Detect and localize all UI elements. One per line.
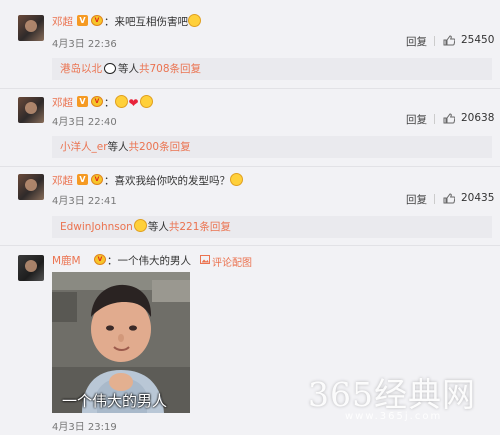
- reply-count-link[interactable]: 共200条回复: [129, 141, 191, 153]
- comment-username[interactable]: 邓超: [52, 14, 73, 29]
- verified-v-icon: V: [77, 96, 88, 107]
- vip-crown-icon: V: [91, 96, 103, 107]
- divider: [434, 114, 435, 124]
- emoji-icon: [139, 95, 153, 108]
- picture-icon: [200, 255, 210, 264]
- comment-text: ：一个伟大的男人: [107, 255, 191, 267]
- comment-image-link[interactable]: 评论配图: [212, 254, 252, 269]
- emoji-icon: [133, 219, 147, 232]
- avatar[interactable]: [18, 97, 44, 123]
- replies-summary[interactable]: 小洋人_er等人共200条回复: [52, 136, 492, 158]
- comment-time: 4月3日 22:36: [52, 39, 117, 50]
- reply-button[interactable]: 回复: [406, 112, 427, 127]
- comment-text: ：来吧互相伤害吧: [104, 14, 202, 29]
- comment-time: 4月3日 22:41: [52, 196, 117, 207]
- reply-middle-text: 等人: [107, 141, 129, 153]
- like-count: 25450: [461, 34, 495, 46]
- comment-username[interactable]: M鹿M: [52, 253, 81, 268]
- comment-text: ： ❤: [104, 95, 154, 110]
- reply-button[interactable]: 回复: [406, 34, 427, 49]
- comment-image[interactable]: 一个伟大的男人: [52, 272, 190, 413]
- reply-count-link[interactable]: 共708条回复: [139, 63, 201, 75]
- reply-middle-text: 等人: [147, 221, 169, 233]
- avatar[interactable]: [18, 255, 44, 281]
- emoji-icon: [188, 14, 201, 27]
- reply-count-link[interactable]: 共221条回复: [169, 221, 231, 233]
- like-count: 20638: [461, 112, 495, 124]
- comment-divider: [0, 88, 500, 89]
- comment-username[interactable]: 邓超: [52, 173, 73, 188]
- reply-button[interactable]: 回复: [406, 192, 427, 207]
- panda-emoji-icon: [104, 63, 116, 74]
- emoji-icon: [230, 173, 243, 186]
- reply-username[interactable]: 港岛以北: [60, 63, 102, 75]
- comment-divider: [0, 245, 500, 246]
- vip-crown-icon: V: [91, 174, 103, 185]
- thumbs-up-icon[interactable]: [443, 35, 455, 46]
- comment-text: ：喜欢我给你吹的发型吗？: [104, 173, 244, 188]
- reply-middle-text: 等人: [118, 63, 139, 75]
- divider: [434, 36, 435, 46]
- vip-crown-icon: V: [91, 15, 103, 26]
- divider: [434, 194, 435, 204]
- reply-username[interactable]: 小洋人_er: [60, 141, 108, 153]
- reply-username[interactable]: EdwinJohnson: [60, 221, 133, 233]
- vip-crown-icon: V: [94, 254, 106, 265]
- emoji-icon: [114, 95, 128, 108]
- image-caption: 一个伟大的男人: [62, 392, 168, 410]
- heart-icon: ❤: [128, 96, 139, 110]
- watermark-url: www.365j.com: [345, 411, 443, 422]
- comment-username[interactable]: 邓超: [52, 95, 73, 110]
- comment-time: 4月3日 22:40: [52, 117, 117, 128]
- like-count: 20435: [461, 192, 495, 204]
- comment-time: 4月3日 23:19: [52, 422, 117, 433]
- verified-v-icon: V: [77, 15, 88, 26]
- site-watermark: 365经典网: [308, 375, 476, 414]
- comment-divider: [0, 166, 500, 167]
- replies-summary[interactable]: 港岛以北 等人共708条回复: [52, 58, 492, 80]
- replies-summary[interactable]: EdwinJohnson 等人共221条回复: [52, 216, 492, 238]
- thumbs-up-icon[interactable]: [443, 113, 455, 124]
- thumbs-up-icon[interactable]: [443, 193, 455, 204]
- avatar[interactable]: [18, 15, 44, 41]
- avatar[interactable]: [18, 174, 44, 200]
- verified-v-icon: V: [77, 174, 88, 185]
